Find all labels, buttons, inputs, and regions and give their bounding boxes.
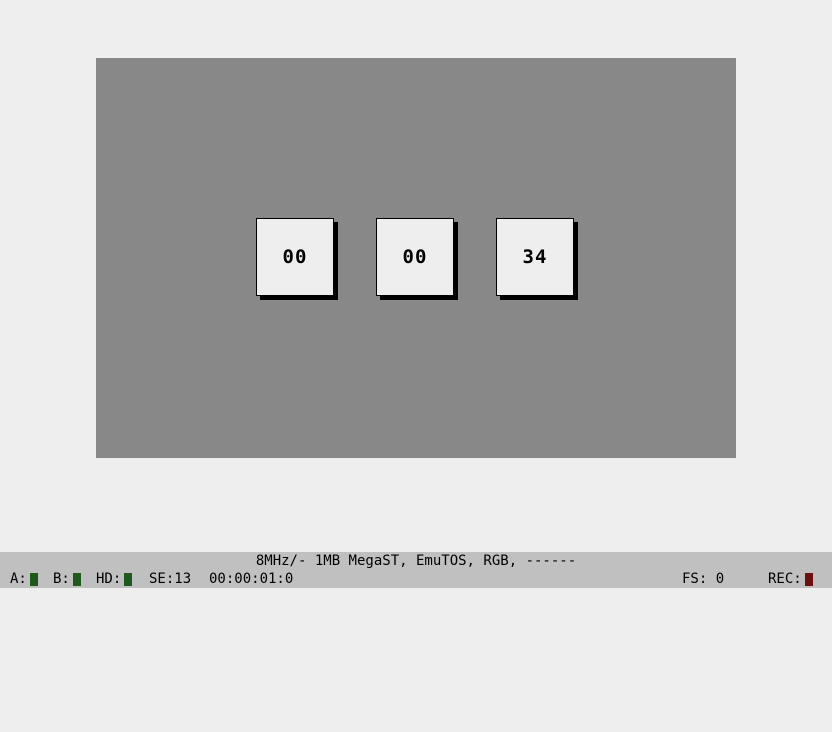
rec-led-icon	[804, 572, 813, 586]
status-bar: 8MHz/- 1MB MegaST, EmuTOS, RGB, ------ A…	[0, 552, 832, 588]
drive-b-label: B:	[53, 571, 70, 587]
drive-a-indicator: A:	[10, 570, 38, 588]
emulator-screen[interactable]: 00 00 34	[96, 58, 736, 458]
timecode: 00:00:01:0	[209, 570, 293, 588]
rec-indicator: REC:	[768, 570, 813, 588]
fs-indicator: FS: 0	[682, 570, 724, 588]
machine-info: 8MHz/- 1MB MegaST, EmuTOS, RGB, ------	[255, 553, 577, 569]
se-label: SE:13	[149, 571, 192, 587]
hd-indicator: HD:	[96, 570, 133, 588]
rec-label: REC:	[768, 571, 802, 587]
drive-b-indicator: B:	[53, 570, 81, 588]
status-indicators: A: B: HD: SE:13 00:00:01:0 FS: 0 REC:	[0, 570, 832, 588]
counter-box-seconds: 34	[496, 218, 574, 296]
drive-b-led-icon	[72, 572, 81, 586]
counter-value: 34	[522, 246, 548, 268]
drive-a-led-icon	[29, 572, 38, 586]
counter-value: 00	[402, 246, 428, 268]
counter-box-minutes: 00	[376, 218, 454, 296]
counter-box-hours: 00	[256, 218, 334, 296]
drive-a-label: A:	[10, 571, 27, 587]
fs-label: FS: 0	[682, 571, 725, 587]
hd-label: HD:	[96, 571, 122, 587]
timecode-value: 00:00:01:0	[209, 571, 294, 587]
se-indicator: SE:13	[149, 570, 191, 588]
hd-led-icon	[124, 572, 133, 586]
counter-value: 00	[282, 246, 308, 268]
